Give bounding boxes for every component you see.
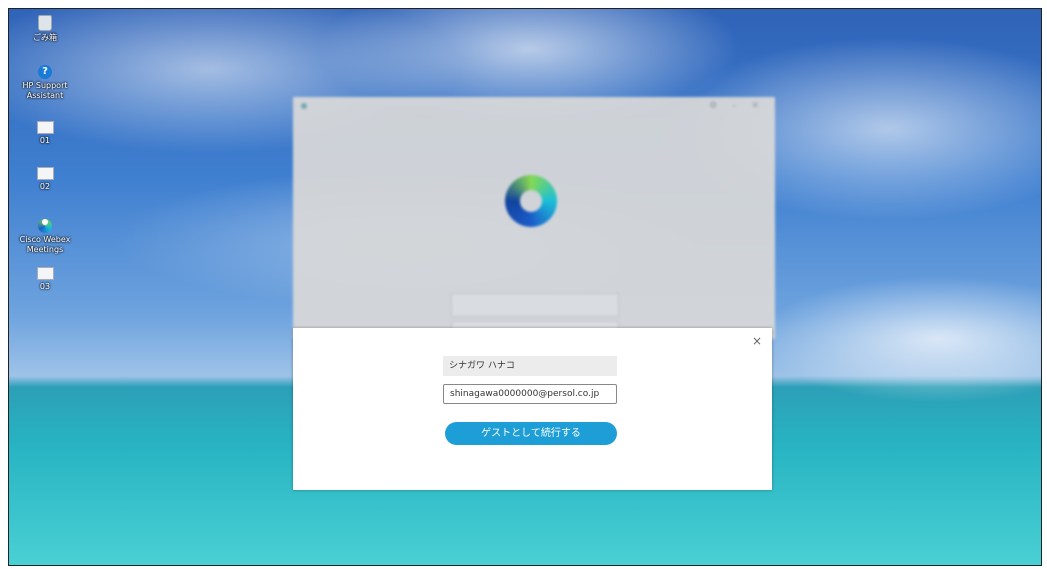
recycle-bin-icon [38,15,52,31]
desktop-icon-label: ごみ箱 [33,33,57,42]
desktop-icon-recycle-bin[interactable]: ごみ箱 [9,15,81,43]
desktop-icon-01[interactable]: 01 [9,121,81,146]
guest-info-dialog: × シナガワ ハナコ shinagawa0000000@persol.co.jp… [293,328,772,490]
document-icon [36,267,54,280]
document-icon [36,121,54,134]
email-field[interactable]: shinagawa0000000@persol.co.jp [443,384,617,404]
help-icon: ? [38,65,52,79]
name-field[interactable]: シナガワ ハナコ [443,356,617,376]
desktop-icon-hp-support[interactable]: ? HP Support Assistant [9,65,81,101]
webex-logo-icon [505,175,557,227]
continue-as-guest-button[interactable]: ゲストとして続行する [445,422,617,445]
desktop-icon-label: HP Support Assistant [22,81,68,100]
webex-login-window-blurred: ⚙ – ✕ [293,97,775,345]
document-icon [36,167,54,180]
blurred-button-1 [451,293,619,317]
app-icon [301,103,307,109]
window-titlebar: ⚙ – ✕ [293,97,775,115]
desktop-screen: ごみ箱 ? HP Support Assistant 01 02 Cisco W… [8,8,1042,566]
desktop-icon-label: Cisco Webex Meetings [19,235,71,254]
desktop-icon-label: 03 [39,282,51,291]
window-controls: ⚙ – ✕ [709,101,765,111]
desktop-icon-03[interactable]: 03 [9,267,81,292]
desktop-icon-label: 02 [39,182,51,191]
close-icon[interactable]: × [752,334,762,348]
webex-icon [38,219,52,233]
desktop-icon-webex[interactable]: Cisco Webex Meetings [9,215,81,255]
desktop-icon-label: 01 [39,136,51,145]
desktop-icon-02[interactable]: 02 [9,167,81,192]
